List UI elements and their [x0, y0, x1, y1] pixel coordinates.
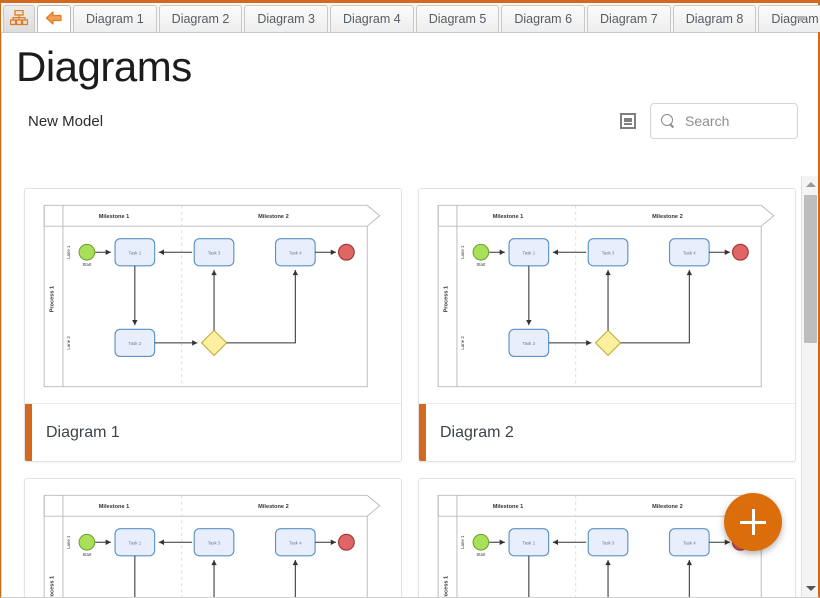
search-placeholder: Search: [685, 113, 730, 130]
model-toolbar: New Model Search: [2, 91, 818, 149]
tab-bar: Diagram 1 Diagram 2 Diagram 3 Diagram 4 …: [1, 3, 820, 33]
diagram-grid: Milestone 1 Milestone 2 Process 1 Lane 1…: [2, 176, 818, 597]
svg-text:Lane 1: Lane 1: [460, 535, 465, 549]
sitemap-icon: [9, 9, 29, 29]
tab-label: Diagram 5: [428, 12, 487, 26]
tab-diagram-1[interactable]: Diagram 1: [73, 5, 157, 32]
diagram-thumbnail: Milestone 1 Milestone 2 Process 1 Lane 1…: [25, 189, 401, 403]
svg-text:Lane 1: Lane 1: [66, 535, 71, 549]
svg-text:Milestone 1: Milestone 1: [99, 504, 130, 510]
svg-text:Task 3: Task 3: [208, 540, 221, 545]
scroll-up-arrow-icon: [805, 182, 816, 187]
svg-text:Start: Start: [477, 262, 487, 267]
vertical-scrollbar[interactable]: [801, 176, 818, 597]
svg-text:Task 2: Task 2: [523, 341, 536, 346]
svg-text:Lane 2: Lane 2: [460, 336, 465, 350]
svg-text:Start: Start: [83, 552, 93, 557]
svg-text:Task 4: Task 4: [683, 250, 696, 255]
search-input[interactable]: Search: [650, 103, 798, 140]
tab-diagram-6[interactable]: Diagram 6: [501, 5, 586, 32]
tab-label: Diagram 7: [600, 12, 658, 26]
diagram-card-title: Diagram 2: [440, 423, 514, 441]
svg-text:Milestone 2: Milestone 2: [258, 504, 289, 510]
svg-text:Process 1: Process 1: [50, 286, 56, 313]
svg-text:Task 1: Task 1: [129, 250, 142, 255]
add-diagram-button[interactable]: [724, 493, 782, 551]
diagram-card-title: Diagram 1: [46, 423, 120, 441]
tab-diagram-3[interactable]: Diagram 3: [244, 5, 329, 32]
tab-label: Diagram 8: [685, 12, 744, 26]
svg-text:Task 3: Task 3: [602, 540, 615, 545]
home-tab[interactable]: [3, 5, 35, 32]
svg-text:Task 3: Task 3: [208, 250, 221, 255]
svg-text:Task 1: Task 1: [523, 540, 536, 545]
diagram-card-footer: Diagram 1: [25, 403, 401, 461]
back-tab[interactable]: [37, 5, 71, 32]
app-window: Diagram 1 Diagram 2 Diagram 3 Diagram 4 …: [0, 0, 820, 598]
tab-label: Diagram 1: [86, 12, 144, 26]
svg-text:Lane 1: Lane 1: [460, 245, 465, 259]
svg-text:Milestone 2: Milestone 2: [258, 214, 289, 220]
svg-text:Start: Start: [83, 262, 93, 267]
chevron-down-icon: [795, 16, 807, 22]
page-content: Diagrams New Model Search Milestone 1 Mi…: [1, 33, 818, 597]
diagram-grid-scroll-area: Milestone 1 Milestone 2 Process 1 Lane 1…: [2, 176, 818, 597]
svg-text:Task 1: Task 1: [129, 540, 142, 545]
svg-text:Milestone 2: Milestone 2: [652, 504, 683, 510]
back-arrow-icon: [44, 10, 64, 29]
tab-diagram-4[interactable]: Diagram 4: [330, 5, 414, 32]
model-name: New Model: [28, 112, 104, 130]
svg-text:Task 2: Task 2: [129, 341, 142, 346]
tab-label: Diagram 4: [343, 12, 401, 26]
svg-text:Lane 2: Lane 2: [66, 336, 71, 350]
tab-diagram-7[interactable]: Diagram 7: [587, 5, 671, 32]
list-view-icon[interactable]: [620, 113, 636, 130]
tab-label: Diagram 2: [171, 12, 230, 26]
scrollbar-thumb[interactable]: [804, 195, 817, 343]
svg-text:Task 1: Task 1: [523, 250, 536, 255]
svg-text:Task 4: Task 4: [683, 540, 696, 545]
diagram-card[interactable]: Milestone 1 Milestone 2 Process 1 Lane 1…: [24, 478, 402, 597]
card-accent-bar: [25, 404, 32, 461]
svg-text:Milestone 1: Milestone 1: [493, 504, 524, 510]
diagram-card-footer: Diagram 2: [419, 403, 795, 461]
tab-overflow-button[interactable]: [790, 9, 812, 29]
plus-icon-horizontal: [740, 520, 766, 524]
tab-diagram-8[interactable]: Diagram 8: [672, 5, 757, 32]
svg-text:Task 3: Task 3: [602, 250, 615, 255]
scroll-up-button[interactable]: [802, 176, 818, 193]
svg-text:Milestone 1: Milestone 1: [493, 214, 524, 220]
svg-text:Process 1: Process 1: [50, 576, 56, 597]
tab-label: Diagram 3: [257, 12, 316, 26]
diagram-card[interactable]: Milestone 1 Milestone 2 Process 1 Lane 1…: [24, 188, 402, 462]
tab-label: Diagram 6: [514, 12, 573, 26]
svg-text:Process 1: Process 1: [444, 576, 450, 597]
svg-text:Lane 1: Lane 1: [66, 245, 71, 259]
svg-text:Milestone 2: Milestone 2: [652, 214, 683, 220]
diagram-thumbnail: Milestone 1 Milestone 2 Process 1 Lane 1…: [25, 479, 401, 597]
svg-text:Task 4: Task 4: [289, 250, 302, 255]
svg-text:Process 1: Process 1: [444, 286, 450, 313]
svg-text:Task 4: Task 4: [289, 540, 302, 545]
diagram-thumbnail: Milestone 1 Milestone 2 Process 1 Lane 1…: [419, 189, 795, 403]
tab-diagram-2[interactable]: Diagram 2: [158, 5, 243, 32]
page-title: Diagrams: [16, 43, 192, 90]
scroll-down-button[interactable]: [802, 580, 818, 597]
svg-text:Milestone 1: Milestone 1: [99, 214, 130, 220]
scroll-down-arrow-icon: [805, 586, 816, 591]
card-accent-bar: [419, 404, 426, 461]
diagram-card[interactable]: Milestone 1 Milestone 2 Process 1 Lane 1…: [418, 188, 796, 462]
svg-text:Start: Start: [477, 552, 487, 557]
tab-diagram-5[interactable]: Diagram 5: [415, 5, 500, 32]
search-icon: [661, 114, 675, 128]
